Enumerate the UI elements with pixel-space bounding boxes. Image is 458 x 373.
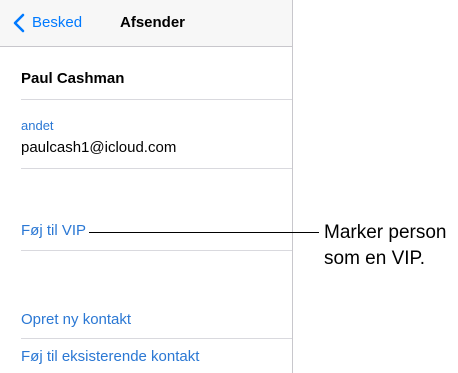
contact-name: Paul Cashman xyxy=(21,70,125,87)
chevron-left-icon xyxy=(13,13,25,33)
add-to-vip-button[interactable]: Føj til VIP xyxy=(21,222,86,239)
back-button-label: Besked xyxy=(32,14,83,31)
divider xyxy=(21,338,292,339)
callout-leader-line xyxy=(89,232,319,233)
email-address[interactable]: paulcash1@icloud.com xyxy=(21,139,176,156)
back-button[interactable]: Besked xyxy=(12,12,82,34)
callout-line-1: Marker person xyxy=(324,222,447,243)
divider xyxy=(21,168,292,169)
navigation-bar: Besked Afsender xyxy=(0,0,292,47)
figure: Besked Afsender Paul Cashman andet paulc… xyxy=(0,0,458,373)
divider xyxy=(21,99,292,100)
callout-line-2: som en VIP. xyxy=(324,248,426,269)
create-contact-button[interactable]: Opret ny kontakt xyxy=(21,311,131,328)
sender-screen: Besked Afsender Paul Cashman andet paulc… xyxy=(0,0,293,373)
divider xyxy=(21,250,292,251)
add-to-existing-contact-button[interactable]: Føj til eksisterende kontakt xyxy=(21,348,199,365)
page-title: Afsender xyxy=(120,14,186,31)
callout-text: Marker person som en VIP. xyxy=(324,220,447,272)
email-type-label: andet xyxy=(21,118,54,133)
